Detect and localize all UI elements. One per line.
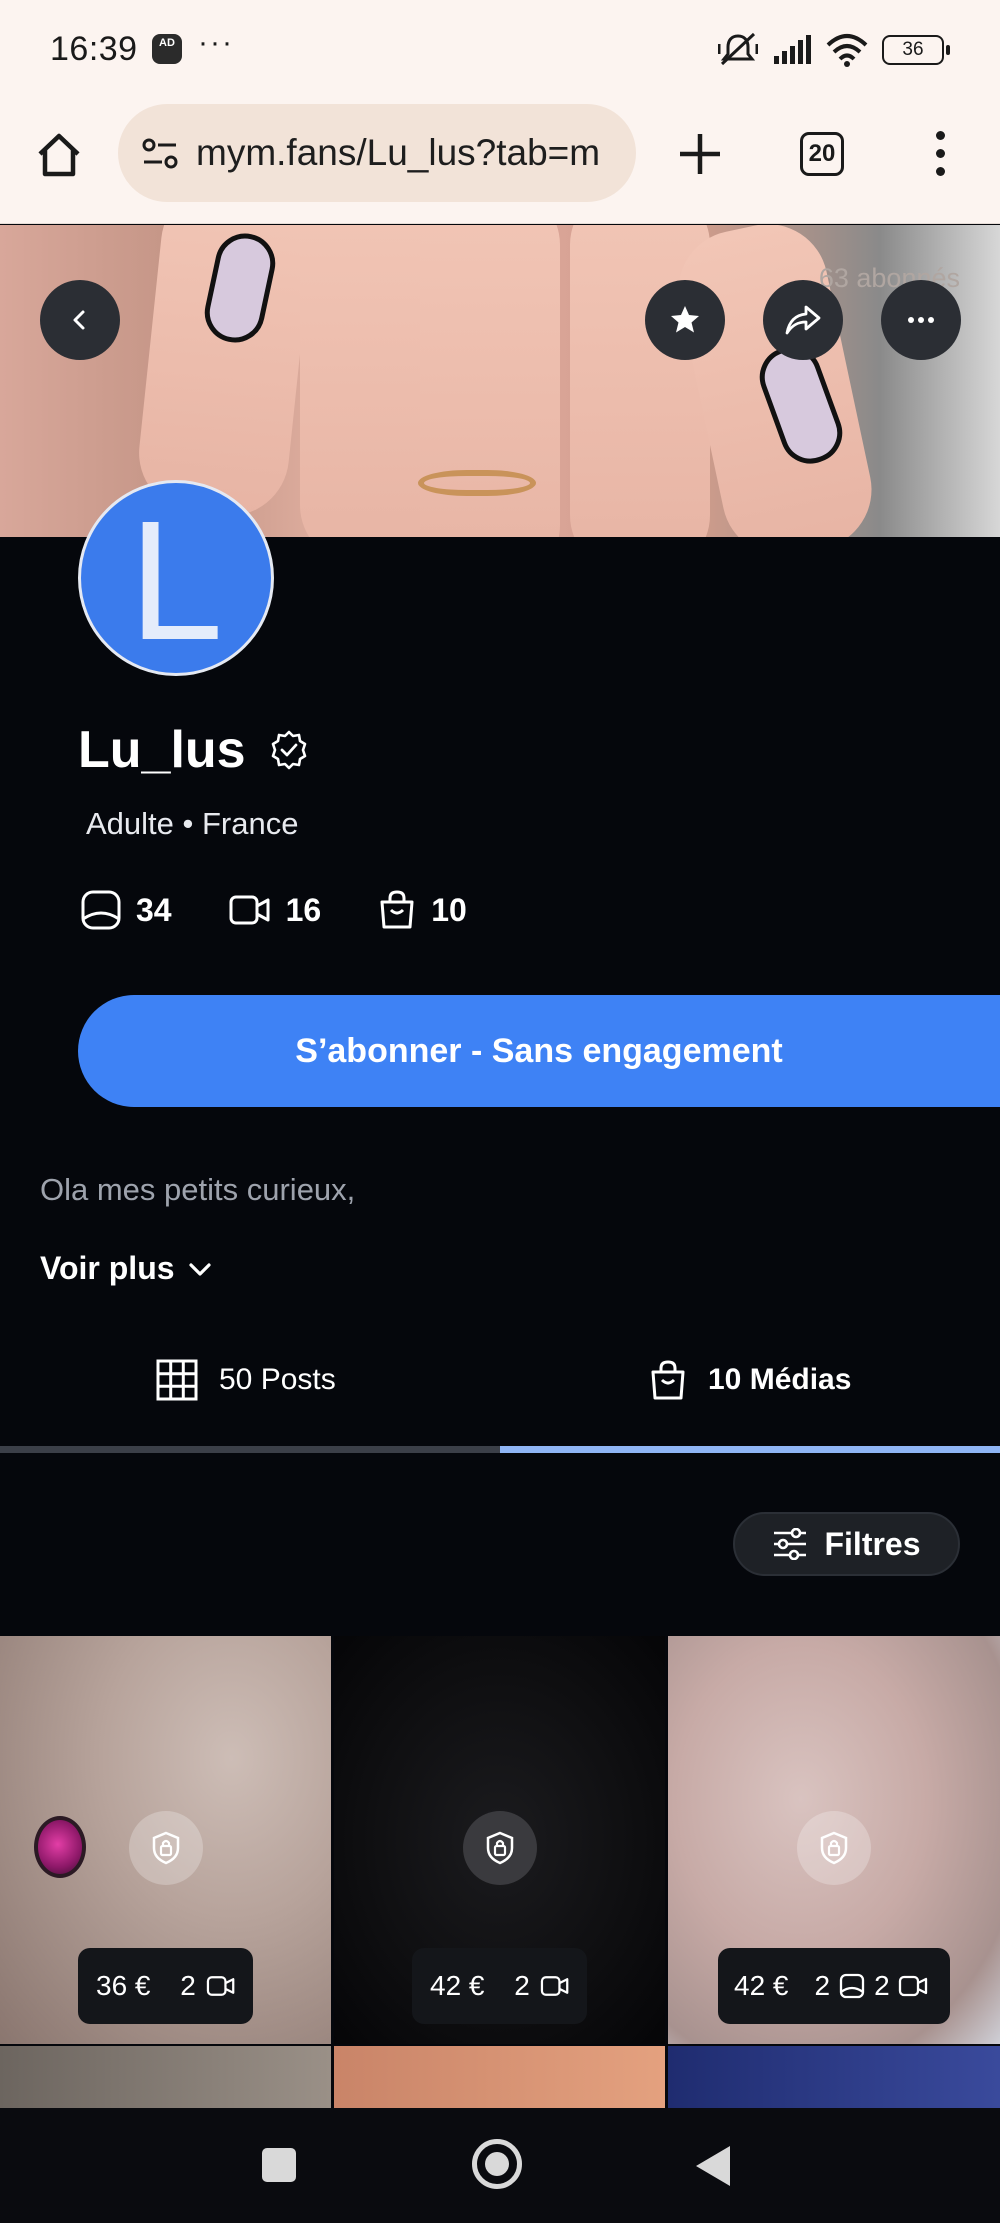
status-icons: 36 xyxy=(718,30,950,70)
favorite-button[interactable] xyxy=(645,280,725,360)
url-text[interactable]: mym.fans/Lu_lus?tab=m xyxy=(196,132,616,176)
media-photo-count: 2 xyxy=(814,1970,831,2001)
media-price-badge: 42 € 2 2 xyxy=(718,1948,950,2024)
signal-icon xyxy=(774,35,811,64)
page: 16:39 AD ··· 36 mym.fans/Lu_lus?tab=m 20… xyxy=(0,0,1000,2223)
star-icon xyxy=(671,306,699,333)
shopping-bag-icon xyxy=(380,890,414,929)
more-options-button[interactable] xyxy=(881,280,961,360)
stat-media: 10 xyxy=(377,889,467,931)
wifi-icon xyxy=(826,34,868,67)
chevron-down-icon xyxy=(188,1262,211,1276)
url-bar[interactable]: mym.fans/Lu_lus?tab=m xyxy=(118,104,636,202)
status-time: 16:39 xyxy=(50,30,138,68)
tab-media[interactable]: 10 Médias xyxy=(648,1345,851,1415)
shopping-bag-icon xyxy=(651,1360,685,1400)
locked-icon xyxy=(462,1811,537,1885)
media-item[interactable] xyxy=(668,2046,1000,2108)
cover-finger xyxy=(300,225,440,537)
video-icon xyxy=(206,1976,235,1996)
subscribe-button[interactable]: S’abonner - Sans engagement xyxy=(78,995,1000,1107)
media-video-count: 2 xyxy=(874,1970,890,2001)
tab-posts-label: 50 Posts xyxy=(219,1363,336,1396)
media-item[interactable] xyxy=(0,2046,331,2108)
back-button[interactable] xyxy=(40,280,120,360)
media-price-badge: 42 € 2 xyxy=(412,1948,587,2024)
media-price: 36 € xyxy=(96,1970,151,2001)
see-more-label: Voir plus xyxy=(40,1250,175,1286)
mute-vibrate-icon xyxy=(718,32,758,66)
video-icon xyxy=(229,895,270,925)
photo-icon xyxy=(81,890,121,930)
media-item[interactable]: 42 € 2 xyxy=(334,1636,665,2044)
system-back-button[interactable] xyxy=(696,2146,730,2186)
stat-photos: 34 xyxy=(80,889,172,931)
status-bar: 16:39 AD ··· 36 xyxy=(0,0,1000,100)
share-button[interactable] xyxy=(763,280,843,360)
filters-label: Filtres xyxy=(824,1525,921,1562)
media-item[interactable] xyxy=(334,2046,665,2108)
tab-posts[interactable]: 50 Posts xyxy=(155,1345,336,1415)
locked-icon xyxy=(128,1811,203,1885)
profile-name: Lu_lus xyxy=(78,721,246,779)
more-notifications-icon: ··· xyxy=(198,26,234,59)
share-icon xyxy=(785,305,821,335)
chevron-left-icon xyxy=(73,310,85,330)
media-video-count: 2 xyxy=(514,1970,530,2001)
see-more-button[interactable]: Voir plus xyxy=(40,1250,213,1287)
video-icon xyxy=(540,1976,569,1996)
photo-icon xyxy=(839,1973,865,1999)
profile-bio: Ola mes petits curieux, xyxy=(40,1172,356,1207)
new-tab-icon[interactable] xyxy=(676,130,724,178)
home-button[interactable] xyxy=(472,2139,522,2189)
stat-photos-value: 34 xyxy=(136,891,172,928)
filters-button[interactable]: Filtres xyxy=(733,1512,960,1576)
tab-indicator-inactive xyxy=(0,1446,500,1453)
media-price: 42 € xyxy=(734,1970,789,2001)
profile-name-row: Lu_lus xyxy=(78,720,310,780)
avatar[interactable]: L xyxy=(78,480,274,676)
home-icon[interactable] xyxy=(34,130,84,180)
media-item[interactable]: 42 € 2 2 xyxy=(668,1636,1000,2044)
verified-icon xyxy=(271,730,306,770)
recents-button[interactable] xyxy=(262,2148,296,2182)
system-nav-bar xyxy=(0,2108,1000,2223)
profile-meta: Adulte • France xyxy=(86,806,299,841)
media-price: 42 € xyxy=(430,1970,485,2001)
profile-stats: 34 16 10 xyxy=(80,886,523,934)
browser-menu-icon[interactable] xyxy=(925,128,955,180)
more-icon xyxy=(908,317,934,323)
media-thumbnail-detail xyxy=(34,1816,86,1878)
media-video-count: 2 xyxy=(180,1970,196,2001)
browser-toolbar: mym.fans/Lu_lus?tab=m 20 xyxy=(0,100,1000,224)
grid-icon xyxy=(156,1359,198,1401)
tab-switcher-button[interactable]: 20 xyxy=(800,132,844,176)
sliders-icon xyxy=(774,1528,807,1560)
stat-videos-value: 16 xyxy=(285,891,322,928)
stat-media-value: 10 xyxy=(431,891,467,928)
video-icon xyxy=(898,1975,927,1997)
tab-media-label: 10 Médias xyxy=(708,1363,852,1396)
site-settings-icon[interactable] xyxy=(140,134,180,174)
tab-indicator-active xyxy=(500,1446,1000,1453)
stat-videos: 16 xyxy=(228,891,322,929)
battery-icon: 36 xyxy=(882,35,950,65)
ad-blocker-icon: AD xyxy=(152,34,182,64)
locked-icon xyxy=(797,1811,871,1885)
media-item[interactable]: 36 € 2 xyxy=(0,1636,331,2044)
media-price-badge: 36 € 2 xyxy=(78,1948,253,2024)
cover-ring xyxy=(418,470,536,496)
